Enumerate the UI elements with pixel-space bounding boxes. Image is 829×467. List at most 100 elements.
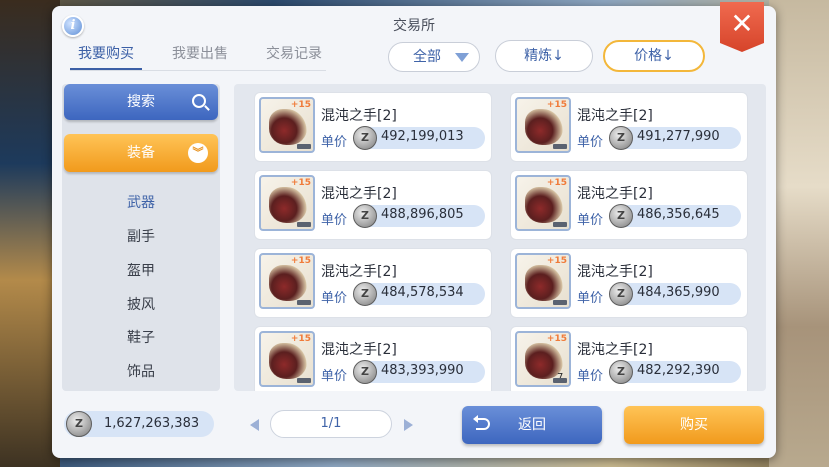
close-button[interactable]: ✕ (720, 2, 764, 52)
slot-indicator (297, 300, 311, 305)
price-label: 单价 (577, 213, 604, 228)
search-button-label: 搜索 (127, 94, 155, 110)
listing-card[interactable]: +15 混沌之手[2] 单价 Z 484,365,990 (510, 248, 748, 318)
price-label: 单价 (321, 135, 348, 150)
glove-graphic (269, 265, 307, 301)
listing-card[interactable]: +15 混沌之手[2] 单价 Z 492,199,013 (254, 92, 492, 162)
listing-card[interactable]: +15 混沌之手[2] 单价 Z 484,578,534 (254, 248, 492, 318)
listing-card[interactable]: +15 混沌之手[2] 单价 Z 483,393,990 (254, 326, 492, 391)
item-name: 混沌之手[2] (577, 264, 653, 280)
slot-indicator (297, 378, 311, 383)
chevron-down-icon: ︾ (188, 143, 208, 163)
refine-level: +15 (290, 178, 311, 188)
chaos-hand-item-icon: +15 (259, 253, 315, 309)
page-prev-icon[interactable] (250, 419, 259, 431)
price-value: 491,277,990 (637, 129, 720, 144)
price-pill: Z 491,277,990 (609, 126, 741, 150)
slot-indicator (553, 378, 567, 383)
chaos-hand-item-icon: +15 (259, 97, 315, 153)
window-title: 交易所 (393, 18, 435, 34)
glove-graphic (269, 187, 307, 223)
category-select[interactable]: 全部 (388, 42, 480, 72)
back-button-label: 返回 (518, 417, 546, 433)
price-pill: Z 483,393,990 (353, 360, 485, 384)
tab-buy[interactable]: 我要购买 (70, 44, 142, 70)
listing-card[interactable]: +15 混沌之手[2] 单价 Z 488,896,805 (254, 170, 492, 240)
price-pill: Z 492,199,013 (353, 126, 485, 150)
equipment-category-button[interactable]: 装备 ︾ (64, 134, 218, 172)
price-value: 484,365,990 (637, 285, 720, 300)
price-label: 单价 (321, 369, 348, 384)
search-icon (192, 94, 206, 108)
zeny-coin-icon: Z (353, 126, 377, 150)
subcategory-weapon[interactable]: 武器 (62, 192, 220, 212)
zeny-coin-icon: Z (353, 282, 377, 306)
price-label: 单价 (577, 369, 604, 384)
slot-indicator (297, 144, 311, 149)
zeny-coin-icon: Z (609, 360, 633, 384)
zeny-coin-icon: Z (609, 204, 633, 228)
subcategory-offhand[interactable]: 副手 (62, 226, 220, 246)
slot-indicator (553, 144, 567, 149)
tab-divider (70, 70, 326, 71)
price-label: 单价 (321, 213, 348, 228)
item-name: 混沌之手[2] (321, 342, 397, 358)
price-label: 单价 (577, 135, 604, 150)
sort-refine-button[interactable]: 精炼↓ (495, 40, 593, 72)
price-label: 单价 (577, 291, 604, 306)
refine-level: +15 (546, 334, 567, 344)
refine-level: +15 (290, 334, 311, 344)
listing-card[interactable]: +15 7 混沌之手[2] 单价 Z 482,292,390 (510, 326, 748, 391)
tab-bar: 我要购买 我要出售 交易记录 (70, 44, 352, 72)
page-indicator: 1/1 (270, 410, 392, 438)
listing-card[interactable]: +15 混沌之手[2] 单价 Z 491,277,990 (510, 92, 748, 162)
triangle-down-icon (455, 53, 469, 62)
price-pill: Z 482,292,390 (609, 360, 741, 384)
background-right (769, 0, 829, 467)
listing-grid: +15 混沌之手[2] 单价 Z 492,199,013 +15 混沌之手[2]… (234, 84, 766, 391)
glove-graphic (269, 109, 307, 145)
refine-level: +15 (546, 178, 567, 188)
subcategory-accessory[interactable]: 饰品 (62, 361, 220, 381)
item-name: 混沌之手[2] (577, 108, 653, 124)
page-next-icon[interactable] (404, 419, 413, 431)
slot-indicator (553, 300, 567, 305)
price-pill: Z 486,356,645 (609, 204, 741, 228)
price-value: 482,292,390 (637, 363, 720, 378)
subcategory-shoes[interactable]: 鞋子 (62, 327, 220, 347)
price-value: 492,199,013 (381, 129, 464, 144)
back-button[interactable]: 返回 (462, 406, 602, 444)
price-value: 488,896,805 (381, 207, 464, 222)
price-label: 单价 (321, 291, 348, 306)
chaos-hand-item-icon: +15 7 (515, 331, 571, 387)
item-name: 混沌之手[2] (321, 264, 397, 280)
slot-indicator (553, 222, 567, 227)
listing-card[interactable]: +15 混沌之手[2] 单价 Z 486,356,645 (510, 170, 748, 240)
chaos-hand-item-icon: +15 (259, 331, 315, 387)
subcategory-cape[interactable]: 披风 (62, 294, 220, 314)
price-value: 486,356,645 (637, 207, 720, 222)
refine-level: +15 (290, 256, 311, 266)
return-arrow-icon (473, 415, 490, 430)
glove-graphic (269, 343, 307, 379)
background-left (0, 0, 60, 467)
tab-sell[interactable]: 我要出售 (164, 44, 236, 70)
category-button-label: 装备 (127, 145, 155, 161)
close-icon: ✕ (730, 7, 754, 40)
chaos-hand-item-icon: +15 (259, 175, 315, 231)
glove-graphic (525, 187, 563, 223)
subcategory-armor[interactable]: 盔甲 (62, 260, 220, 280)
search-button[interactable]: 搜索 (64, 84, 218, 120)
buy-button[interactable]: 购买 (624, 406, 764, 444)
price-value: 483,393,990 (381, 363, 464, 378)
tab-history[interactable]: 交易记录 (258, 44, 330, 70)
price-pill: Z 484,578,534 (353, 282, 485, 306)
zeny-coin-icon: Z (609, 282, 633, 306)
chaos-hand-item-icon: +15 (515, 97, 571, 153)
price-pill: Z 488,896,805 (353, 204, 485, 228)
sort-price-button[interactable]: 价格↓ (603, 40, 705, 72)
glove-graphic (525, 109, 563, 145)
glove-graphic (525, 265, 563, 301)
price-pill: Z 484,365,990 (609, 282, 741, 306)
item-name: 混沌之手[2] (321, 186, 397, 202)
